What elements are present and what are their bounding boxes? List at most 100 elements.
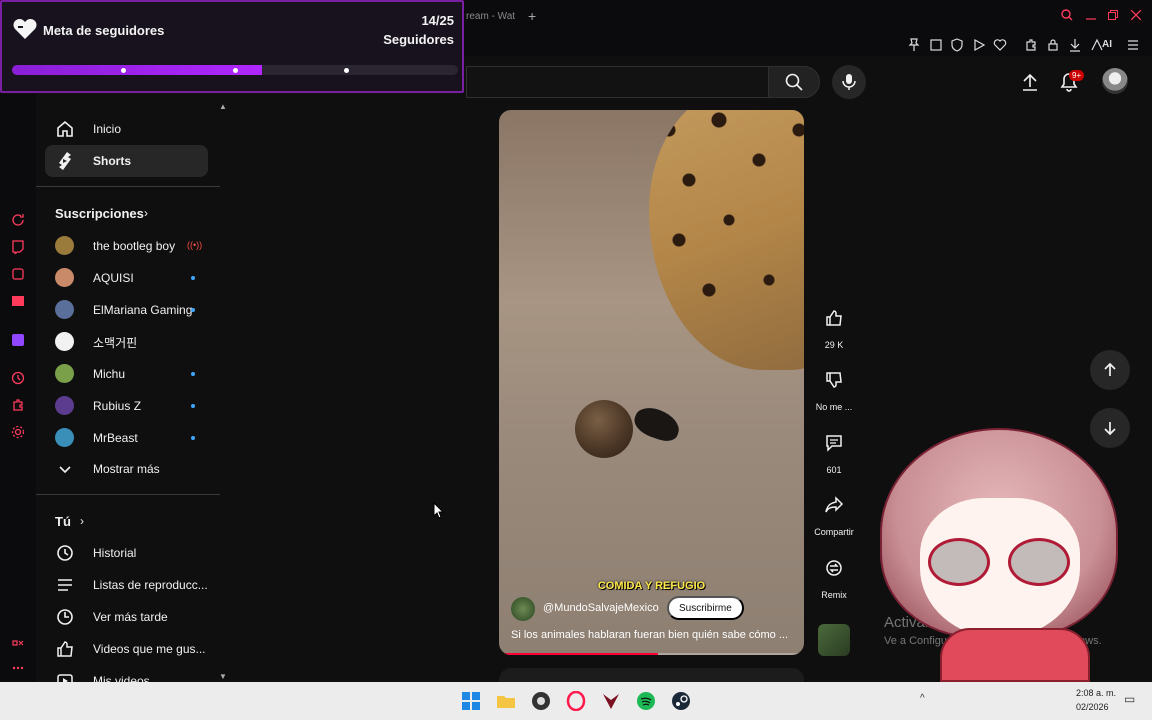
messenger-icon[interactable] <box>10 266 26 282</box>
channel-avatar <box>55 268 74 287</box>
sidebar-item-liked-videos[interactable]: Videos que me gus... <box>45 633 208 665</box>
windows-taskbar: ^ 2:08 a. m. 02/2026 ▭ <box>0 682 1152 720</box>
restore-icon[interactable] <box>1108 9 1118 23</box>
show-more-label: Mostrar más <box>93 462 160 476</box>
gx-icon[interactable] <box>10 635 26 651</box>
watch-later-icon <box>55 607 75 627</box>
menu-icon[interactable] <box>1126 38 1140 52</box>
divider <box>36 494 220 495</box>
subscription-item[interactable]: the bootleg boy ((•)) <box>45 230 208 262</box>
scroll-down-arrow[interactable]: ▼ <box>219 672 226 681</box>
subscription-item[interactable]: AQUISI <box>45 262 208 294</box>
refresh-icon[interactable] <box>10 212 26 228</box>
vpn-lock-icon[interactable] <box>1046 38 1060 52</box>
snapshot-icon[interactable] <box>929 38 943 52</box>
show-more-button[interactable]: Mostrar más <box>45 453 208 485</box>
search-tabs-icon[interactable] <box>1061 9 1073 24</box>
new-content-dot <box>191 404 195 408</box>
subscription-item[interactable]: Rubius Z <box>45 390 208 422</box>
subscription-item[interactable]: MrBeast <box>45 422 208 454</box>
browser-tab-title[interactable]: ream - Wat <box>466 11 515 22</box>
new-content-dot <box>191 372 195 376</box>
comment-icon <box>814 423 854 463</box>
channel-name-link[interactable]: @MundoSalvajeMexico <box>543 602 659 614</box>
clock-date[interactable]: 02/2026 <box>1076 702 1109 712</box>
channel-avatar <box>55 236 74 255</box>
close-icon[interactable] <box>1130 9 1142 23</box>
pin-icon[interactable] <box>907 38 921 52</box>
sound-thumbnail[interactable] <box>818 624 850 656</box>
settings-icon[interactable] <box>10 424 26 440</box>
steam-icon[interactable] <box>671 691 691 711</box>
remix-button[interactable]: Remix <box>812 548 856 600</box>
channel-avatar <box>55 364 74 383</box>
adblock-icon[interactable] <box>950 38 964 52</box>
mail-icon[interactable] <box>10 293 26 309</box>
download-icon[interactable] <box>1068 38 1082 52</box>
search-input[interactable] <box>466 66 768 98</box>
clock-time[interactable]: 2:08 a. m. <box>1076 688 1116 698</box>
like-icon <box>814 298 854 338</box>
scroll-up-arrow[interactable]: ▲ <box>219 102 226 111</box>
subscription-item[interactable]: 소맥거핀 <box>45 326 208 358</box>
account-avatar[interactable] <box>1102 68 1128 94</box>
history-icon[interactable] <box>10 370 26 386</box>
channel-avatar <box>55 396 74 415</box>
notifications-badge: 9+ <box>1069 70 1085 81</box>
vtube-studio-icon[interactable] <box>601 691 621 711</box>
subscription-name: the bootleg boy <box>93 239 176 253</box>
system-tray-chevron[interactable]: ^ <box>920 693 925 704</box>
more-icon[interactable] <box>10 660 26 676</box>
notification-center-icon[interactable]: ▭ <box>1124 692 1135 706</box>
chevron-right-icon[interactable]: › <box>144 206 148 220</box>
comment-count: 601 <box>826 465 842 475</box>
subscribe-button[interactable]: Suscribirme <box>667 596 744 620</box>
search-icon <box>785 73 803 91</box>
extensions-icon[interactable] <box>10 397 26 413</box>
twitch-app-icon[interactable] <box>10 332 26 348</box>
sidebar-item-my-videos[interactable]: Mis videos <box>45 665 208 682</box>
sidebar-item-playlists[interactable]: Listas de reproducc... <box>45 569 208 601</box>
sidebar-item-watch-later[interactable]: Ver más tarde <box>45 601 208 633</box>
chevron-right-icon[interactable]: › <box>80 514 84 528</box>
sidebar-item-label: Mis videos <box>93 674 150 682</box>
share-button[interactable]: Compartir <box>812 485 856 537</box>
search-button[interactable] <box>768 66 820 98</box>
player-icon[interactable] <box>972 38 986 52</box>
dislike-button[interactable]: No me ... <box>812 360 856 412</box>
subscription-item[interactable]: ElMariana Gaming <box>45 294 208 326</box>
channel-avatar[interactable] <box>511 597 535 621</box>
new-tab-button[interactable]: + <box>528 8 536 24</box>
subscriptions-heading[interactable]: Suscripciones <box>55 206 144 221</box>
opera-gx-icon[interactable] <box>566 691 586 711</box>
voice-search-button[interactable] <box>832 65 866 99</box>
minimize-icon[interactable] <box>1086 9 1096 24</box>
spotify-icon[interactable] <box>636 691 656 711</box>
windows-start-icon[interactable] <box>461 691 481 711</box>
short-video-player[interactable]: COMIDA Y REFUGIO @MundoSalvajeMexico Sus… <box>499 110 804 655</box>
like-button[interactable]: 29 K <box>812 298 856 350</box>
extensions-icon[interactable] <box>1024 38 1038 52</box>
goal-milestone-dot <box>121 68 126 73</box>
twitch-icon[interactable] <box>10 239 26 255</box>
upload-button[interactable] <box>1020 72 1040 92</box>
sidebar-item-historial[interactable]: Historial <box>45 537 208 569</box>
youtube-sidebar: ▲ Inicio Shorts Suscripciones › the boot… <box>36 100 226 682</box>
you-heading[interactable]: Tú <box>55 514 71 529</box>
vtuber-hoodie <box>940 628 1090 682</box>
upload-icon <box>1023 73 1037 91</box>
file-explorer-icon[interactable] <box>496 691 516 711</box>
history-icon <box>55 543 75 563</box>
video-progress-bar[interactable] <box>499 653 804 655</box>
dislike-icon <box>814 360 854 400</box>
subscription-item[interactable]: Michu <box>45 358 208 390</box>
previous-short-button[interactable] <box>1090 350 1130 390</box>
short-description[interactable]: Si los animales hablaran fueran bien qui… <box>511 629 788 641</box>
sidebar-item-label: Videos que me gus... <box>93 642 206 656</box>
ai-label[interactable]: AI <box>1102 39 1112 50</box>
comments-button[interactable]: 601 <box>812 423 856 475</box>
sidebar-item-shorts[interactable]: Shorts <box>45 145 208 177</box>
obs-icon[interactable] <box>531 691 551 711</box>
sidebar-item-inicio[interactable]: Inicio <box>45 113 208 145</box>
heart-icon[interactable] <box>993 38 1007 52</box>
